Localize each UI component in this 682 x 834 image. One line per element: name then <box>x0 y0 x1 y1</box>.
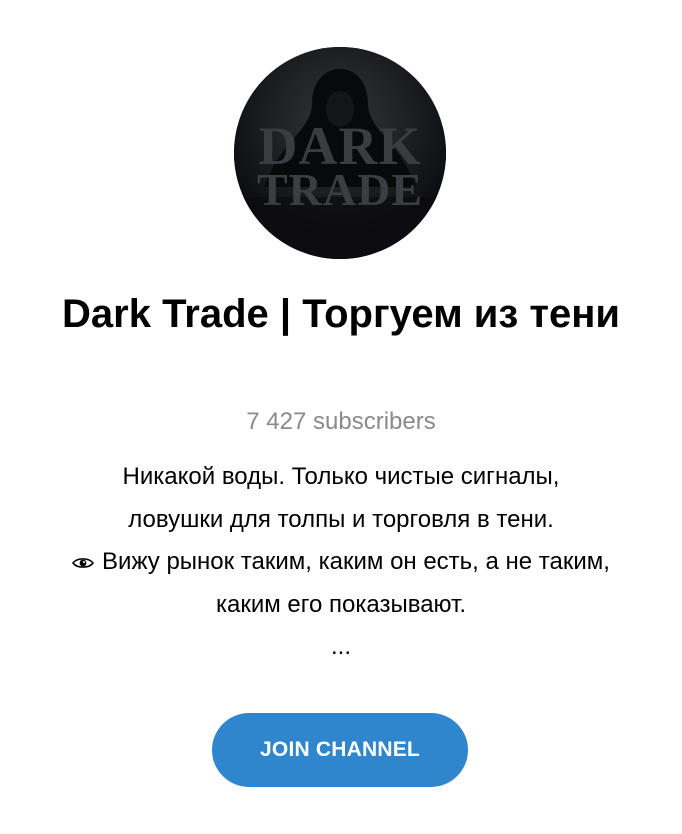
eye-icon <box>72 558 95 568</box>
avatar-logo-line2: TRADE <box>256 164 424 215</box>
channel-description: Никакой воды. Только чистые сигналы, лов… <box>10 456 672 669</box>
description-line-text: Вижу рынок таким, каким он есть, а не та… <box>102 548 610 575</box>
description-line: Вижу рынок таким, каким он есть, а не та… <box>10 541 672 584</box>
description-line: Никакой воды. Только чистые сигналы, <box>122 463 560 490</box>
subscriber-count: 7 427 subscribers <box>246 408 436 435</box>
channel-preview-card: DARK TRADE Dark Trade | Торгуем из тени … <box>0 0 682 834</box>
description-line: каким его показывают. <box>215 590 467 618</box>
channel-avatar: DARK TRADE <box>234 47 446 259</box>
description-line: ловушки для толпы и торговля в тени. <box>128 505 554 533</box>
channel-title: Dark Trade | Торгуем из тени <box>62 292 620 336</box>
join-channel-button[interactable]: JOIN CHANNEL <box>212 713 468 787</box>
description-more: ... <box>330 633 351 660</box>
